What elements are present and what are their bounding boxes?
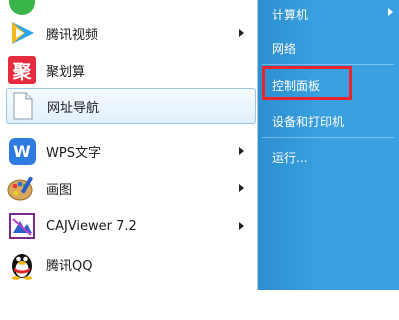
submenu-arrow-icon [239,222,244,230]
start-menu-item-qq[interactable]: 腾讯QQ [6,246,256,282]
start-menu-item-label: 腾讯QQ [46,258,93,274]
start-menu-item-label: 画图 [46,182,73,198]
start-menu-item-web-nav[interactable]: 网址导航 [6,88,256,124]
start-menu-program-list: 腾讯视频 聚 聚划算 网址导航 W WPS文字 画图 CAJViewer 7.2… [0,0,258,290]
start-menu-item-tencent-video[interactable]: 腾讯视频 [6,15,256,51]
start-menu-item-cajviewer[interactable]: CAJViewer 7.2 [6,208,256,244]
right-item-run[interactable]: 运行... [272,149,307,166]
right-pane-separator [262,137,394,138]
submenu-arrow-icon [388,8,393,16]
wps-writer-icon: W [6,135,38,167]
cajviewer-icon [6,210,38,242]
annotation-highlight-box [262,66,352,100]
start-menu-item-label: 聚划算 [46,64,86,80]
start-menu-item-paint[interactable]: 画图 [6,170,256,206]
right-pane-separator [262,64,394,65]
start-menu-item-wps-writer[interactable]: W WPS文字 [6,133,256,169]
submenu-arrow-icon [239,184,244,192]
right-item-devices-printers[interactable]: 设备和打印机 [272,113,344,130]
juhuasuan-icon-glyph: 聚 [8,56,36,84]
document-icon [7,90,39,122]
wps-writer-icon-glyph: W [8,137,36,165]
right-item-computer[interactable]: 计算机 [272,6,308,23]
paint-icon [6,172,38,204]
start-menu-item-label: WPS文字 [46,145,101,161]
right-item-network[interactable]: 网络 [272,40,296,57]
start-menu-item-label: CAJViewer 7.2 [46,218,137,234]
start-menu-item-partial-bottom[interactable] [6,284,256,320]
submenu-arrow-icon [239,147,244,155]
tencent-video-icon [6,17,38,49]
submenu-arrow-icon [239,29,244,37]
start-menu-item-label: 腾讯视频 [46,27,99,43]
qq-penguin-icon [6,248,38,280]
juhuasuan-icon: 聚 [6,54,38,86]
start-menu-item-juhuasuan[interactable]: 聚 聚划算 [6,52,256,88]
start-menu-item-label: 网址导航 [47,100,100,116]
